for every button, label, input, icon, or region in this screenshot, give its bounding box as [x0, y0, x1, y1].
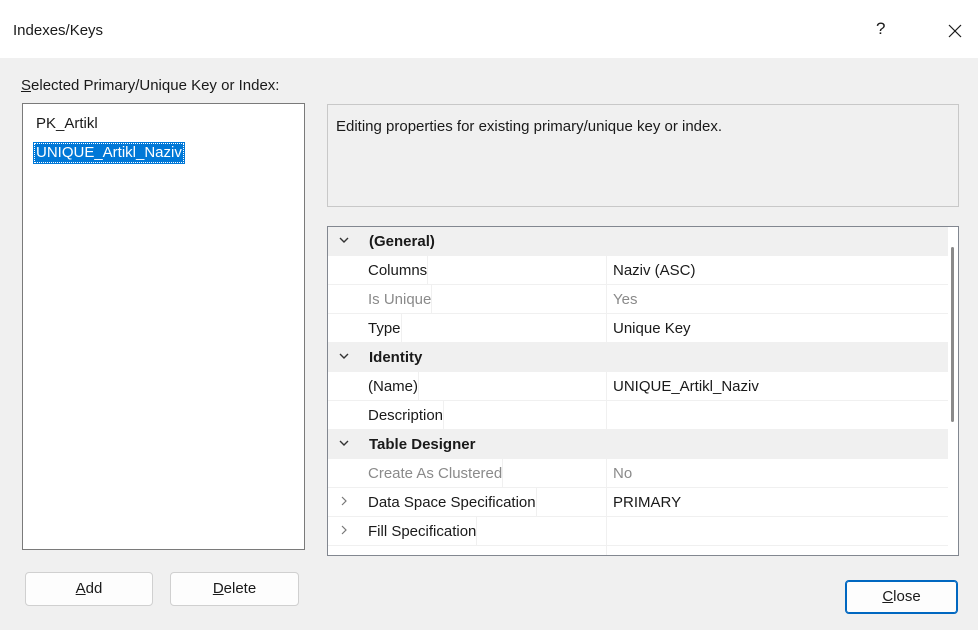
property-name: Is Unique	[368, 285, 433, 314]
list-label-accel: S	[21, 77, 32, 94]
add-button[interactable]: Add	[25, 572, 153, 606]
list-item-label: PK_Artikl	[36, 115, 98, 132]
delete-button[interactable]: Delete	[170, 572, 299, 606]
chevron-down-icon[interactable]	[336, 227, 352, 256]
vertical-scrollbar[interactable]	[948, 227, 958, 555]
close-button[interactable]: Close	[845, 580, 958, 614]
chevron-down-icon[interactable]	[336, 430, 352, 459]
keys-listbox[interactable]: PK_Artikl UNIQUE_Artikl_Naziv	[22, 103, 305, 550]
property-grid[interactable]: (General) Columns Naziv (ASC) Is Unique …	[327, 226, 959, 556]
property-name: Create As Clustered	[368, 459, 504, 488]
close-icon-glyph	[948, 24, 962, 38]
title-bar: Indexes/Keys ?	[0, 0, 978, 58]
category-label: Table Designer	[369, 436, 476, 453]
chevron-right-icon[interactable]	[336, 517, 352, 546]
delete-button-accel: D	[212, 580, 224, 597]
close-button-accel: C	[882, 588, 894, 605]
chevron-right-icon[interactable]	[336, 488, 352, 517]
property-value[interactable]: UNIQUE_Artikl_Naziv	[613, 372, 759, 401]
category-identity[interactable]: Identity	[328, 343, 950, 372]
description-panel: Editing properties for existing primary/…	[327, 104, 959, 207]
close-icon[interactable]	[940, 16, 970, 46]
list-label: Selected Primary/Unique Key or Index:	[21, 77, 279, 94]
property-row-name[interactable]: (Name) UNIQUE_Artikl_Naziv	[328, 372, 950, 401]
property-row-type[interactable]: Type Unique Key	[328, 314, 950, 343]
property-name: Type	[368, 314, 402, 343]
property-value: No	[613, 465, 633, 482]
property-value[interactable]: Unique Key	[613, 314, 691, 343]
close-button-label: lose	[893, 588, 921, 605]
list-item-pk-artikl[interactable]: PK_Artikl	[33, 113, 101, 135]
property-value[interactable]: PRIMARY	[613, 488, 681, 517]
property-row-data-space-specification[interactable]: Data Space Specification PRIMARY	[328, 488, 950, 517]
property-row-create-as-clustered[interactable]: Create As Clustered No	[328, 459, 950, 488]
property-name: Fill Specification	[368, 517, 478, 546]
property-row-fill-specification[interactable]: Fill Specification	[328, 517, 950, 546]
description-text: Editing properties for existing primary/…	[336, 118, 723, 135]
category-label: (General)	[369, 233, 435, 250]
add-button-label: dd	[85, 580, 103, 597]
property-row-columns[interactable]: Columns Naziv (ASC)	[328, 256, 950, 285]
delete-button-label: elete	[223, 580, 257, 597]
property-row-description[interactable]: Description	[328, 401, 950, 430]
add-button-accel: A	[75, 580, 86, 597]
list-item-unique-artikl-naziv[interactable]: UNIQUE_Artikl_Naziv	[33, 142, 185, 164]
category-general[interactable]: (General)	[328, 227, 950, 256]
property-name: Data Space Specification	[368, 488, 537, 517]
property-value: Yes	[613, 291, 638, 308]
category-table-designer[interactable]: Table Designer	[328, 430, 950, 459]
chevron-down-icon[interactable]	[336, 343, 352, 372]
window-title: Indexes/Keys	[13, 22, 104, 39]
help-button[interactable]: ?	[876, 19, 885, 39]
property-value[interactable]: Naziv (ASC)	[613, 256, 696, 285]
list-label-rest: elected Primary/Unique Key or Index:	[31, 77, 280, 94]
scrollbar-thumb[interactable]	[951, 247, 954, 422]
property-row-is-unique[interactable]: Is Unique Yes	[328, 285, 950, 314]
list-item-label: UNIQUE_Artikl_Naziv	[36, 144, 182, 161]
category-label: Identity	[369, 349, 423, 366]
property-name: Columns	[368, 256, 429, 285]
property-name: Description	[368, 401, 445, 430]
property-name: (Name)	[368, 372, 420, 401]
indexes-keys-dialog: Indexes/Keys ? Selected Primary/Unique K…	[0, 0, 978, 630]
